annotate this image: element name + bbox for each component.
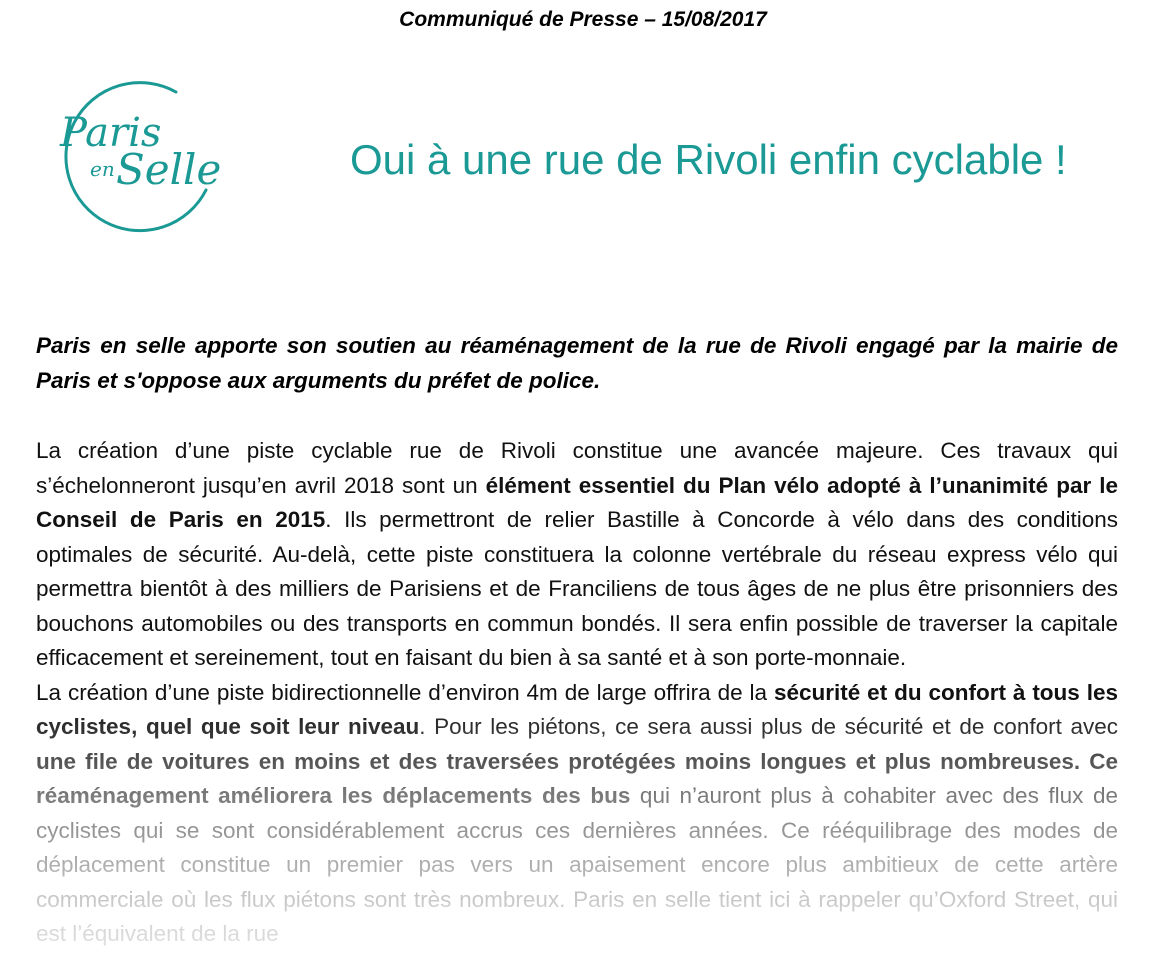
paragraph-2-text-2: . Pour les piétons, ce sera aussi plus d… (419, 714, 1118, 739)
page-title: Oui à une rue de Rivoli enfin cyclable ! (350, 136, 1067, 183)
article-body: Paris en selle apporte son soutien au ré… (36, 329, 1118, 952)
lead-paragraph: Paris en selle apporte son soutien au ré… (36, 333, 1118, 393)
paragraph-2-text-1: La création d’une piste bidirectionnelle… (36, 679, 774, 705)
press-release-date-line: Communiqué de Presse – 15/08/2017 (399, 8, 767, 31)
paragraph-2: La création d’une piste bidirectionnelle… (36, 676, 1118, 952)
paragraph-1: La création d’une piste cyclable rue de … (36, 434, 1118, 676)
logo-text-en: en (90, 157, 115, 181)
logo-text-selle: Selle (116, 145, 221, 194)
paris-en-selle-logo: Paris en Selle (59, 81, 221, 233)
